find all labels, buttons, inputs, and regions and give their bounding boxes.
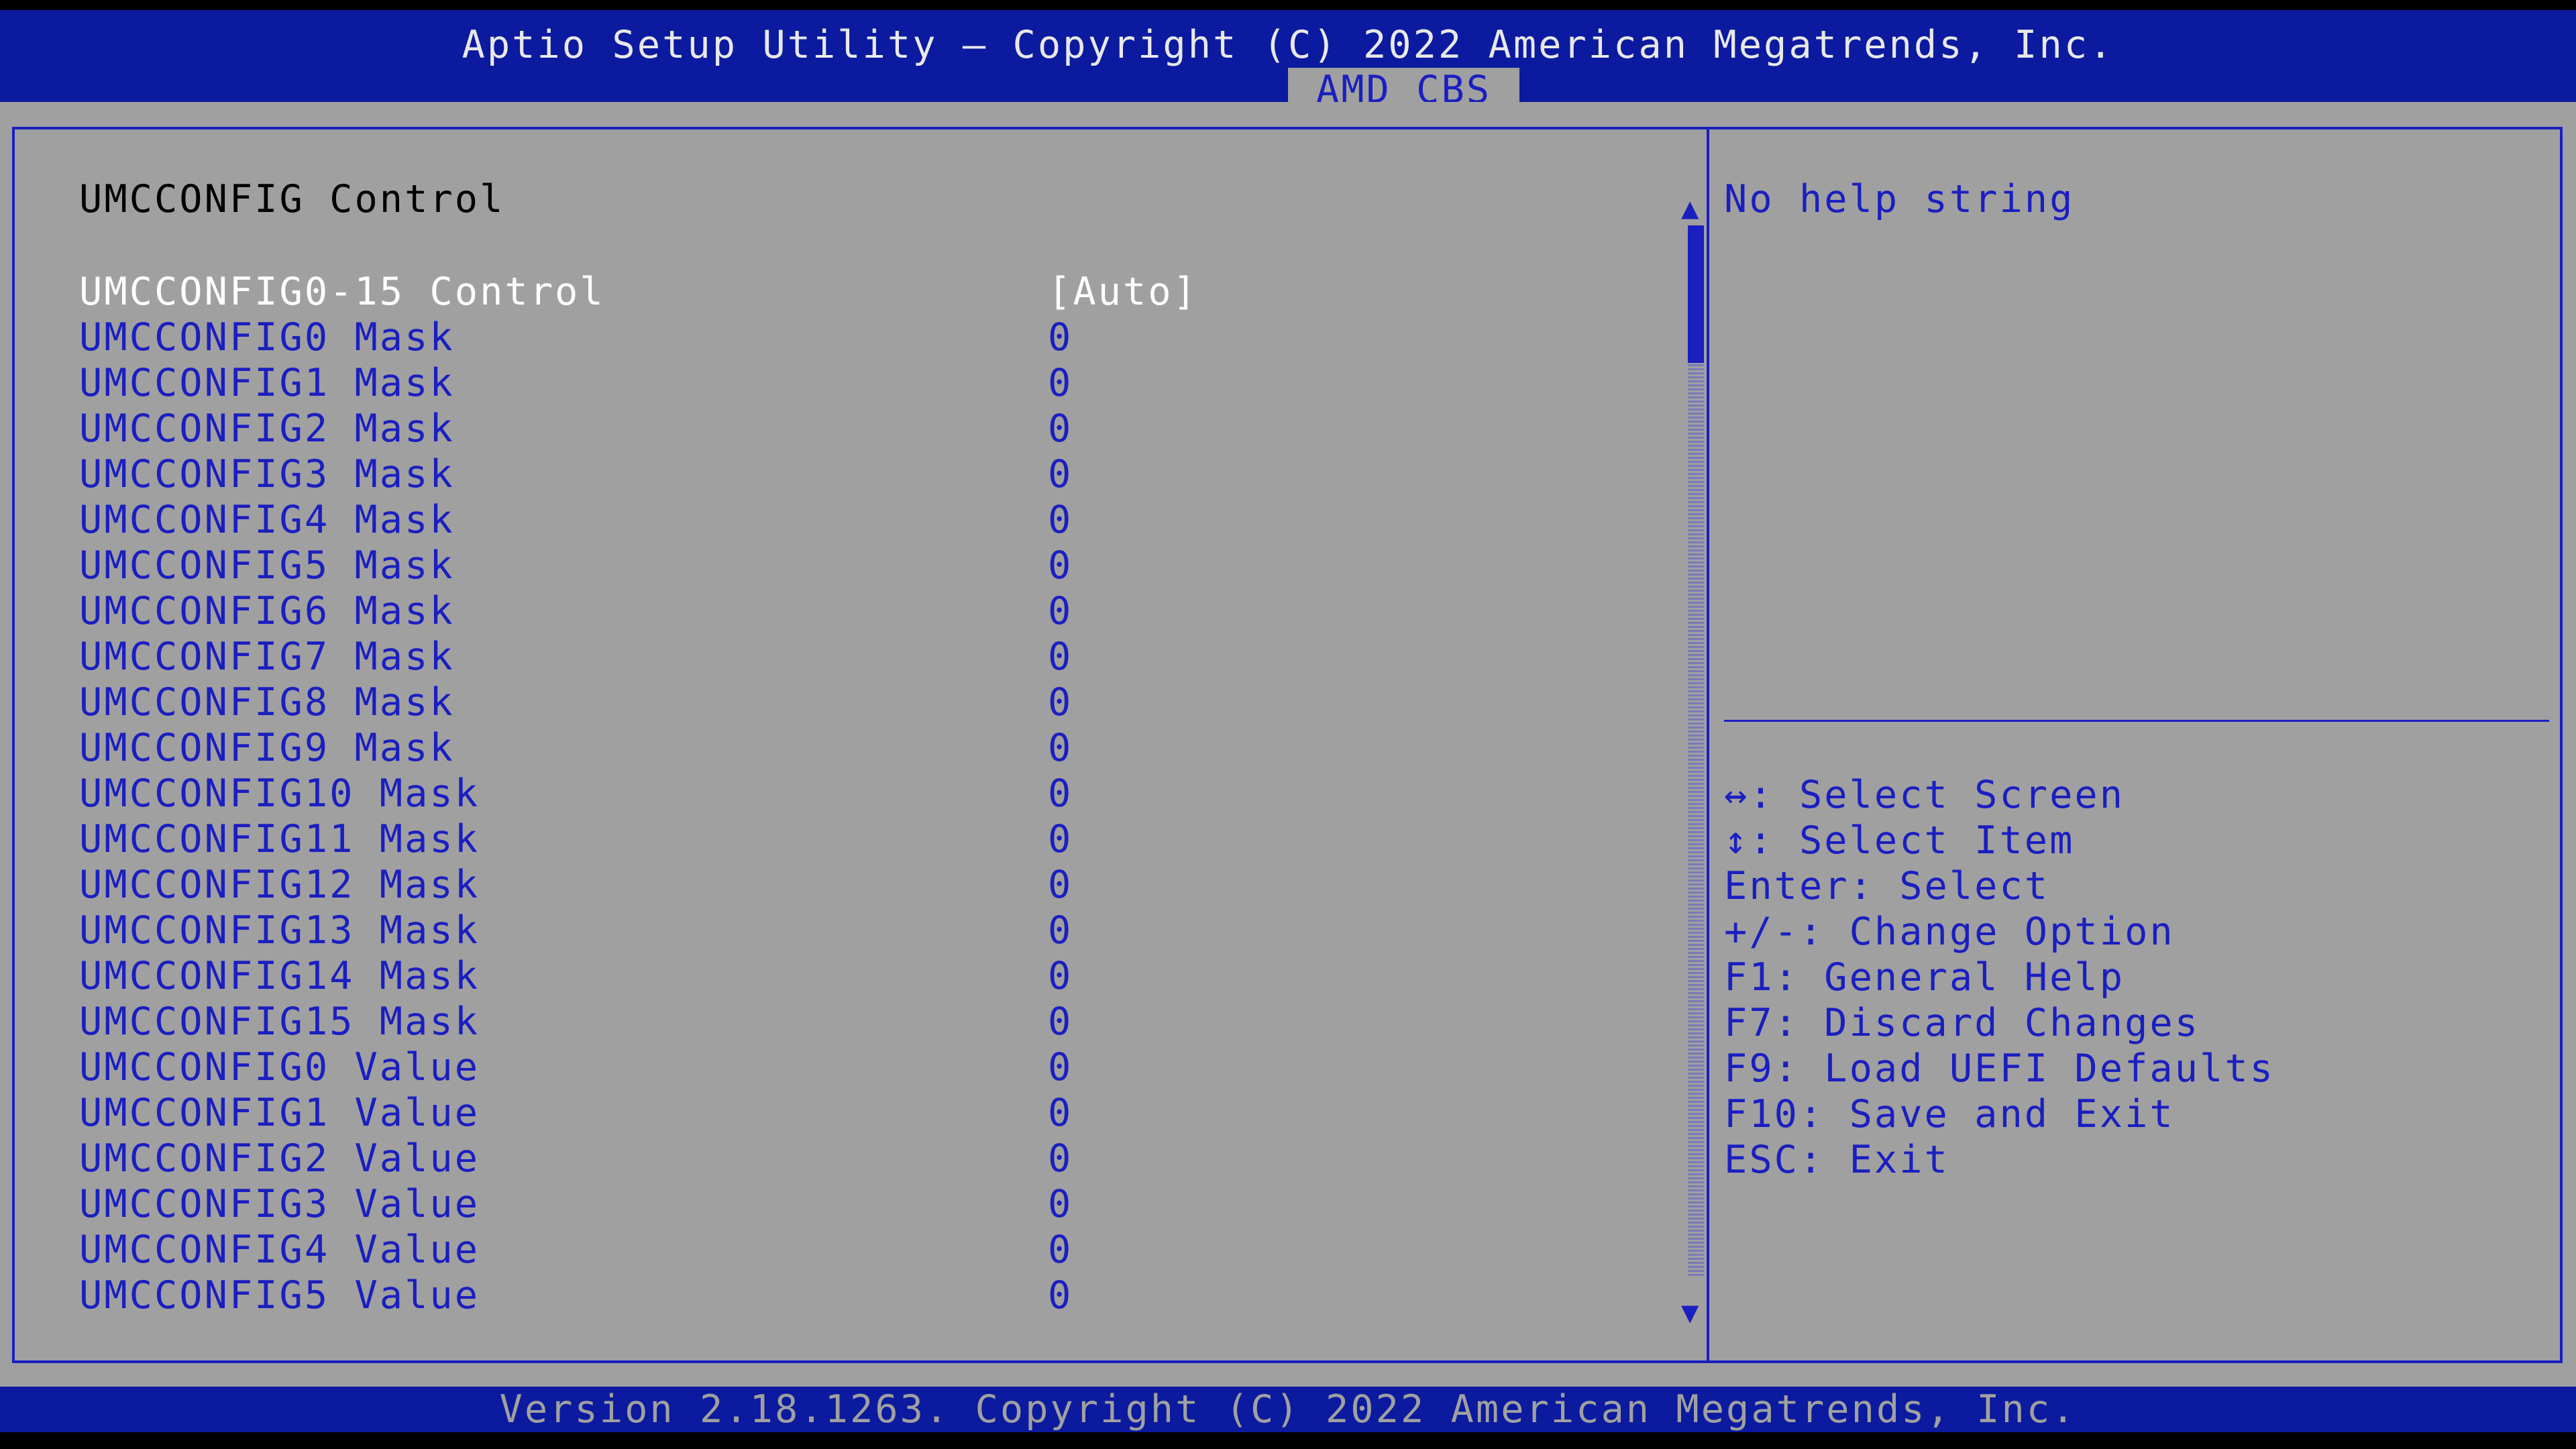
setting-row-label[interactable]: UMCCONFIG9 Mask xyxy=(79,725,455,771)
setting-row-value[interactable]: 0 xyxy=(1048,999,1073,1044)
setting-row-label[interactable]: UMCCONFIG3 Value xyxy=(79,1181,480,1227)
setting-row-value[interactable]: 0 xyxy=(1048,451,1073,497)
setting-row-label[interactable]: UMCCONFIG1 Value xyxy=(79,1090,480,1136)
setting-row-value[interactable]: 0 xyxy=(1048,360,1073,406)
title-bar: Aptio Setup Utility – Copyright (C) 2022… xyxy=(0,10,2576,112)
key-hint-f9: F9: Load UEFI Defaults xyxy=(1724,1046,2275,1091)
setting-row-value[interactable]: 0 xyxy=(1048,1273,1073,1318)
setting-row-value[interactable]: 0 xyxy=(1048,588,1073,634)
help-text: No help string xyxy=(1724,177,2075,221)
setting-row-value[interactable]: 0 xyxy=(1048,953,1073,999)
setting-row-value[interactable]: 0 xyxy=(1048,1181,1073,1227)
key-hint-f1: F1: General Help xyxy=(1724,955,2125,1000)
app-title: Aptio Setup Utility – Copyright (C) 2022… xyxy=(462,23,2114,67)
setting-row-value[interactable]: 0 xyxy=(1048,634,1073,680)
setting-row-label[interactable]: UMCCONFIG6 Mask xyxy=(79,588,455,634)
setting-row-label[interactable]: UMCCONFIG13 Mask xyxy=(79,908,480,953)
setting-row-label[interactable]: UMCCONFIG15 Mask xyxy=(79,999,480,1044)
setting-row-label[interactable]: UMCCONFIG3 Mask xyxy=(79,451,455,497)
setting-row-label[interactable]: UMCCONFIG5 Value xyxy=(79,1273,480,1318)
setting-row-value[interactable]: 0 xyxy=(1048,771,1073,816)
setting-row-label[interactable]: UMCCONFIG0-15 Control xyxy=(79,269,605,315)
setting-row-label[interactable]: UMCCONFIG4 Mask xyxy=(79,497,455,543)
setting-row-value[interactable]: 0 xyxy=(1048,315,1073,360)
section-title: UMCCONFIG Control xyxy=(79,177,505,221)
key-hint-esc: ESC: Exit xyxy=(1724,1138,1949,1182)
setting-row-value[interactable]: 0 xyxy=(1048,497,1073,543)
scrollbar-track[interactable] xyxy=(1688,225,1704,1276)
help-panel: No help string ↔: Select Screen ↕: Selec… xyxy=(1709,127,2563,1363)
setting-row-value[interactable]: 0 xyxy=(1048,543,1073,588)
scroll-down-arrow-icon[interactable]: ▼ xyxy=(1681,1290,1701,1336)
key-hint-select-screen: ↔: Select Screen xyxy=(1724,773,2125,817)
setting-row-value[interactable]: 0 xyxy=(1048,1090,1073,1136)
settings-panel: UMCCONFIG Control UMCCONFIG0-15 Control … xyxy=(12,127,1709,1363)
setting-row-value[interactable]: 0 xyxy=(1048,862,1073,908)
setting-row-value[interactable]: 0 xyxy=(1048,1136,1073,1181)
setting-row-value[interactable]: 0 xyxy=(1048,406,1073,451)
key-hint-change-option: +/-: Change Option xyxy=(1724,910,2175,954)
key-hint-enter: Enter: Select xyxy=(1724,864,2050,908)
setting-row-value[interactable]: [Auto] xyxy=(1048,269,1198,315)
setup-main-area: UMCCONFIG Control UMCCONFIG0-15 Control … xyxy=(0,102,2576,1387)
setting-row-label[interactable]: UMCCONFIG4 Value xyxy=(79,1227,480,1273)
key-hint-select-item: ↕: Select Item xyxy=(1724,818,2075,863)
setting-row-value[interactable]: 0 xyxy=(1048,1227,1073,1273)
setting-row-label[interactable]: UMCCONFIG7 Mask xyxy=(79,634,455,680)
setting-row-label[interactable]: UMCCONFIG2 Value xyxy=(79,1136,480,1181)
setting-row-label[interactable]: UMCCONFIG0 Mask xyxy=(79,315,455,360)
setting-row-label[interactable]: UMCCONFIG5 Mask xyxy=(79,543,455,588)
setting-row-value[interactable]: 0 xyxy=(1048,908,1073,953)
scroll-up-arrow-icon[interactable]: ▲ xyxy=(1681,186,1701,231)
setting-row-label[interactable]: UMCCONFIG14 Mask xyxy=(79,953,480,999)
help-divider xyxy=(1724,720,2549,722)
key-hint-f7: F7: Discard Changes xyxy=(1724,1001,2200,1045)
scrollbar-thumb[interactable] xyxy=(1688,225,1704,363)
setting-row-label[interactable]: UMCCONFIG11 Mask xyxy=(79,816,480,862)
setting-row-value[interactable]: 0 xyxy=(1048,680,1073,725)
setting-row-label[interactable]: UMCCONFIG1 Mask xyxy=(79,360,455,406)
setting-row-label[interactable]: UMCCONFIG0 Value xyxy=(79,1044,480,1090)
setting-row-label[interactable]: UMCCONFIG10 Mask xyxy=(79,771,480,816)
setting-row-label[interactable]: UMCCONFIG2 Mask xyxy=(79,406,455,451)
setting-row-label[interactable]: UMCCONFIG12 Mask xyxy=(79,862,480,908)
setting-row-label[interactable]: UMCCONFIG8 Mask xyxy=(79,680,455,725)
setting-row-value[interactable]: 0 xyxy=(1048,725,1073,771)
version-text: Version 2.18.1263. Copyright (C) 2022 Am… xyxy=(499,1387,2077,1432)
setting-row-value[interactable]: 0 xyxy=(1048,816,1073,862)
key-hint-f10: F10: Save and Exit xyxy=(1724,1092,2175,1136)
setting-row-value[interactable]: 0 xyxy=(1048,1044,1073,1090)
footer-bar: Version 2.18.1263. Copyright (C) 2022 Am… xyxy=(0,1387,2576,1432)
